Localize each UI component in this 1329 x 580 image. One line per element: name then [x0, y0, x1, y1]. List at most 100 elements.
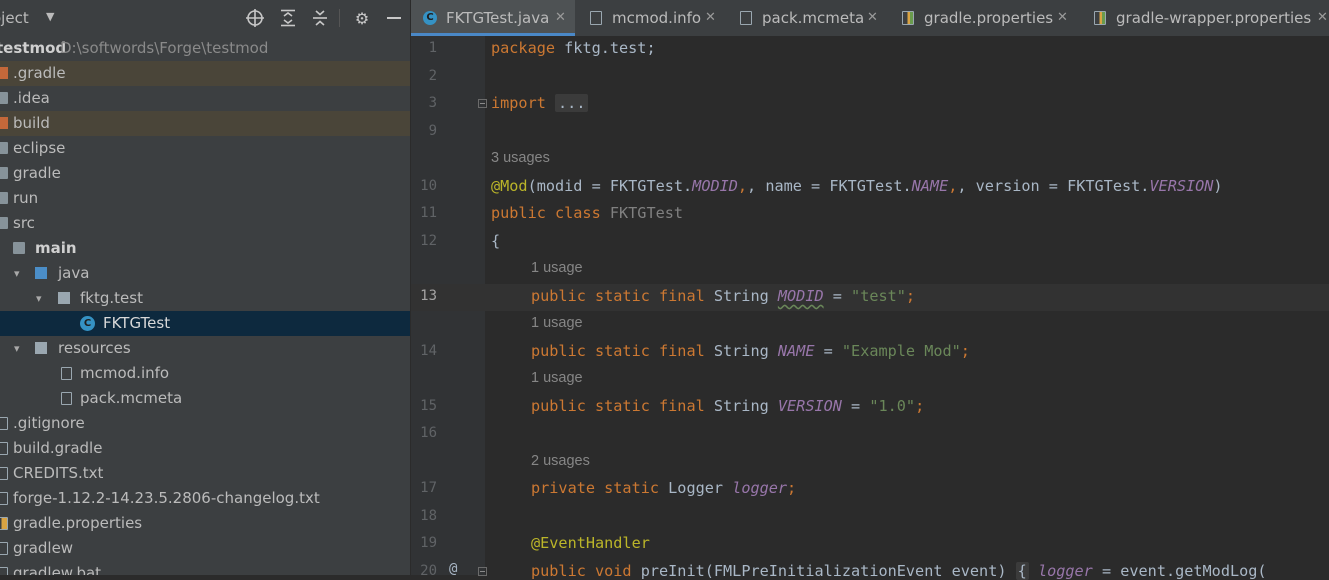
keyword-token: public class [491, 204, 601, 222]
tree-item-java[interactable]: ▾ java [0, 261, 410, 286]
tree-item-changelog[interactable]: forge-1.12.2-14.23.5.2806-changelog.txt [0, 486, 410, 511]
project-panel: oject ▼ ⚙ testmod D:\softwords\Forge\tes… [0, 0, 410, 575]
line-number-current[interactable]: 13 [411, 288, 437, 304]
excluded-folder-icon [0, 67, 8, 79]
tree-item-gradlew-bat[interactable]: gradlew.bat [0, 561, 410, 575]
code-line-3[interactable]: import ... [491, 94, 589, 112]
code-line-19[interactable]: @EventHandler [531, 534, 650, 552]
tab-label: gradle-wrapper.properties [1116, 9, 1312, 27]
string-token: "test" [851, 287, 906, 305]
tree-item-build-gradle[interactable]: build.gradle [0, 436, 410, 461]
code-token: ; [787, 479, 797, 497]
usages-hint[interactable]: 1 usage [531, 260, 583, 276]
field-token: logger [732, 479, 788, 497]
line-number[interactable]: 14 [411, 343, 437, 359]
code-line-10[interactable]: @Mod(modid = FKTGTest.MODID,, name = FKT… [491, 177, 1223, 195]
expand-all-icon[interactable] [277, 7, 299, 29]
line-number[interactable]: 1 [411, 40, 437, 56]
close-icon[interactable]: ✕ [705, 0, 716, 36]
minimize-icon[interactable] [383, 7, 405, 29]
properties-icon [902, 11, 914, 25]
fold-expand-icon[interactable] [478, 99, 487, 108]
tab-fktgtest-java[interactable]: C FKTGTest.java ✕ [411, 0, 575, 36]
code-line-14[interactable]: public static final String NAME = "Examp… [531, 342, 970, 360]
code-line-11[interactable]: public class FKTGTest [491, 204, 683, 222]
gear-icon[interactable]: ⚙ [351, 7, 373, 29]
tree-item-run[interactable]: run [0, 186, 410, 211]
source-folder-icon [35, 267, 47, 279]
project-panel-title[interactable]: oject [0, 9, 29, 27]
code-token: Logger [659, 479, 733, 497]
tab-mcmod-info[interactable]: mcmod.info ✕ [577, 0, 725, 36]
tree-item-gradlew[interactable]: gradlew [0, 536, 410, 561]
chevron-down-icon[interactable]: ▾ [14, 336, 20, 361]
editor-tabs: C FKTGTest.java ✕ mcmod.info ✕ pack.mcme… [411, 0, 1329, 36]
line-number[interactable]: 2 [411, 68, 437, 84]
tree-item-eclipse[interactable]: eclipse [0, 136, 410, 161]
tree-item-label: eclipse [13, 139, 66, 157]
tree-item-dot-gradle[interactable]: .gradle [0, 61, 410, 86]
tree-item-dot-idea[interactable]: .idea [0, 86, 410, 111]
close-icon[interactable]: ✕ [1057, 0, 1068, 36]
field-token: MODID [692, 177, 738, 195]
folded-imports[interactable]: ... [555, 94, 589, 112]
resources-folder-icon [35, 342, 47, 354]
tree-item-testmod[interactable]: testmod D:\softwords\Forge\testmod [0, 36, 410, 61]
locate-target-icon[interactable] [244, 7, 266, 29]
line-number[interactable]: 20 [411, 563, 437, 579]
tree-item-label: .idea [13, 89, 50, 107]
line-number[interactable]: 18 [411, 508, 437, 524]
chevron-down-icon[interactable]: ▾ [36, 286, 42, 311]
chevron-down-icon[interactable]: ▼ [46, 10, 54, 23]
tree-item-gitignore[interactable]: .gitignore [0, 411, 410, 436]
tree-item-resources[interactable]: ▾ resources [0, 336, 410, 361]
code-line-17[interactable]: private static Logger logger; [531, 479, 796, 497]
field-token: VERSION [777, 397, 842, 415]
properties-icon [0, 517, 8, 530]
tree-item-src[interactable]: src [0, 211, 410, 236]
line-number[interactable]: 16 [411, 425, 437, 441]
line-number[interactable]: 11 [411, 205, 437, 221]
tree-item-fktg-test[interactable]: ▾ fktg.test [0, 286, 410, 311]
collapse-all-icon[interactable] [309, 7, 331, 29]
close-icon[interactable]: ✕ [555, 0, 566, 36]
close-icon[interactable]: ✕ [1317, 0, 1328, 36]
line-number[interactable]: 12 [411, 233, 437, 249]
tab-pack-mcmeta[interactable]: pack.mcmeta ✕ [727, 0, 887, 36]
line-number[interactable]: 19 [411, 535, 437, 551]
code-line-15[interactable]: public static final String VERSION = "1.… [531, 397, 924, 415]
keyword-token: public static final [531, 397, 705, 415]
line-number[interactable]: 15 [411, 398, 437, 414]
usages-hint[interactable]: 1 usage [531, 370, 583, 386]
tree-item-gradle[interactable]: gradle [0, 161, 410, 186]
folder-icon [0, 192, 8, 204]
tree-item-label: src [13, 214, 35, 232]
tab-gradle-properties[interactable]: gradle.properties ✕ [889, 0, 1079, 36]
tree-item-mcmod-info[interactable]: mcmod.info [0, 361, 410, 386]
tree-item-credits[interactable]: CREDITS.txt [0, 461, 410, 486]
line-number[interactable]: 9 [411, 123, 437, 139]
java-class-icon: C [80, 316, 95, 331]
tree-item-main[interactable]: ▾ main [0, 236, 410, 261]
tree-item-fktgtest[interactable]: C FKTGTest [0, 311, 410, 336]
code-line-1[interactable]: package fktg.test; [491, 39, 656, 57]
code-token: , version = FKTGTest. [957, 177, 1150, 195]
code-token: , [948, 177, 958, 195]
tab-gradle-wrapper-properties[interactable]: gradle-wrapper.properties ✕ [1081, 0, 1329, 36]
tree-item-gradle-properties[interactable]: gradle.properties [0, 511, 410, 536]
code-line-12[interactable]: { [491, 232, 500, 250]
line-number[interactable]: 17 [411, 480, 437, 496]
tree-item-pack-mcmeta[interactable]: pack.mcmeta [0, 386, 410, 411]
line-number[interactable]: 3 [411, 95, 437, 111]
code-line-13[interactable]: public static final String MODID = "test… [531, 287, 915, 305]
usages-hint[interactable]: 2 usages [531, 453, 590, 469]
tree-item-label: build.gradle [13, 439, 103, 457]
usages-hint[interactable]: 3 usages [491, 150, 550, 166]
chevron-down-icon[interactable]: ▾ [14, 261, 20, 286]
code-line-20[interactable]: public void preInit(FMLPreInitialization… [531, 562, 1267, 580]
close-icon[interactable]: ✕ [867, 0, 878, 36]
tree-item-build[interactable]: build [0, 111, 410, 136]
inline-brace[interactable]: { [1015, 562, 1029, 580]
usages-hint[interactable]: 1 usage [531, 315, 583, 331]
line-number[interactable]: 10 [411, 178, 437, 194]
